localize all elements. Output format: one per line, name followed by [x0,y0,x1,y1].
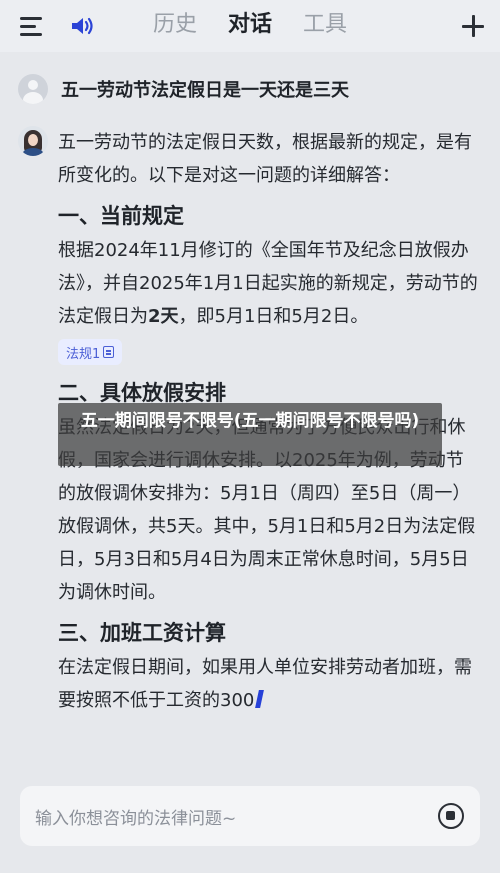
tab-tools[interactable]: 工具 [303,10,347,40]
document-icon [103,346,115,358]
menu-icon[interactable] [20,15,44,37]
user-message: 五一劳动节法定假日是一天还是三天 [18,74,349,104]
typing-cursor [255,690,265,708]
section-heading-current-rule: 一、当前规定 [58,204,184,228]
overlay-title-banner: 五一期间限号不限号(五一期间限号不限号吗) [58,403,442,466]
tab-chat[interactable]: 对话 [228,10,272,40]
assistant-avatar-icon [18,126,48,156]
law-reference-tag[interactable]: 法规1 [58,339,123,365]
tab-history[interactable]: 历史 [153,10,197,40]
plus-icon[interactable] [462,15,484,37]
section-text-current-rule: 根据2024年11月修订的《全国年节及纪念日放假办法》，并自2025年1月1日起… [58,240,478,327]
top-bar: 历史 对话 工具 [0,0,500,52]
user-avatar-icon [18,74,48,104]
user-question-text: 五一劳动节法定假日是一天还是三天 [61,80,349,101]
question-input-bar[interactable]: 输入你想咨询的法律问题~ [20,786,480,846]
section-heading-overtime-pay: 三、加班工资计算 [58,621,226,645]
answer-intro: 五一劳动节的法定假日天数，根据最新的规定，是有所变化的。以下是对这一问题的详细解… [58,132,472,186]
section-text-overtime-pay: 在法定假日期间，如果用人单位安排劳动者加班，需要按照不低于工资的300 [58,657,472,711]
stop-icon[interactable] [438,803,464,829]
speaker-icon[interactable] [70,14,96,38]
question-input[interactable]: 输入你想咨询的法律问题~ [35,804,236,829]
